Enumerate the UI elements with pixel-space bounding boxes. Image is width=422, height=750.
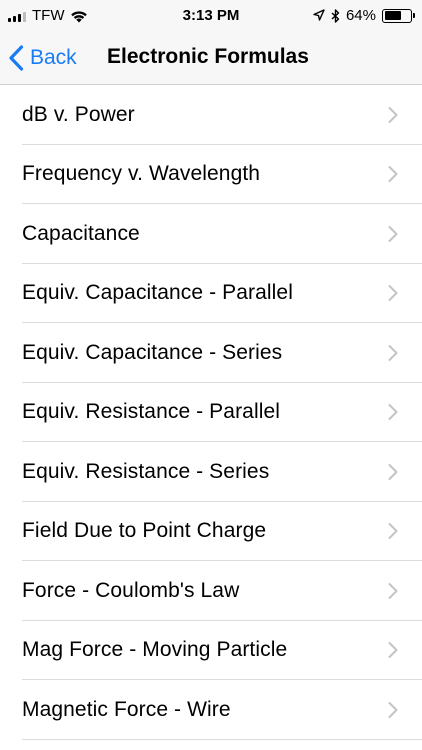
battery-icon xyxy=(382,8,415,23)
chevron-right-icon xyxy=(388,404,398,421)
list-item[interactable]: Force - Coulomb's Law xyxy=(0,561,422,621)
chevron-right-icon xyxy=(388,285,398,302)
list-item-label: Equiv. Capacitance - Series xyxy=(22,340,283,364)
chevron-right-icon xyxy=(388,582,398,599)
list-item[interactable]: dB v. Power xyxy=(0,85,422,145)
chevron-right-icon xyxy=(388,166,398,183)
list-item-label: Mag Force - Moving Particle xyxy=(22,638,288,662)
status-bar: TFW 3:13 PM 64% xyxy=(0,0,422,32)
back-label: Back xyxy=(30,46,77,69)
chevron-right-icon xyxy=(388,642,398,659)
list-item-label: Field Due to Point Charge xyxy=(22,519,267,543)
list-item[interactable]: Equiv. Resistance - Parallel xyxy=(0,383,422,443)
chevron-right-icon xyxy=(388,463,398,480)
list-item[interactable]: Capacitance xyxy=(0,204,422,264)
chevron-right-icon xyxy=(388,344,398,361)
list-item[interactable]: Magnetic Force - Wire xyxy=(0,680,422,740)
list-item-label: Frequency v. Wavelength xyxy=(22,162,261,186)
page-title: Electronic Formulas xyxy=(107,45,309,68)
chevron-right-icon xyxy=(388,523,398,540)
chevron-left-icon xyxy=(9,45,24,71)
list-item[interactable]: Equiv. Capacitance - Series xyxy=(0,323,422,383)
formula-list: dB v. Power Frequency v. Wavelength Capaci… xyxy=(0,85,422,740)
list-item-label: Equiv. Resistance - Parallel xyxy=(22,400,281,424)
chevron-right-icon xyxy=(388,106,398,123)
battery-fill xyxy=(384,11,401,20)
back-button[interactable]: Back xyxy=(8,42,77,74)
list-item[interactable]: Mag Force - Moving Particle xyxy=(0,621,422,681)
navigation-bar: Back Electronic Formulas xyxy=(0,32,422,85)
bluetooth-icon xyxy=(331,8,340,23)
list-item-label: Magnetic Force - Wire xyxy=(22,697,231,721)
list-item-label: Equiv. Capacitance - Parallel xyxy=(22,281,293,305)
list-item-label: Equiv. Resistance - Series xyxy=(22,459,270,483)
status-right: 64% xyxy=(313,7,415,24)
list-item[interactable]: Field Due to Point Charge xyxy=(0,502,422,562)
list-item[interactable]: Equiv. Capacitance - Parallel xyxy=(0,264,422,324)
location-icon xyxy=(313,9,325,21)
chevron-right-icon xyxy=(388,225,398,242)
list-item[interactable]: Frequency v. Wavelength xyxy=(0,145,422,205)
list-item[interactable]: Equiv. Resistance - Series xyxy=(0,442,422,502)
list-item-label: Force - Coulomb's Law xyxy=(22,578,240,602)
battery-percent: 64% xyxy=(345,7,376,24)
chevron-right-icon xyxy=(388,701,398,718)
list-item-label: Capacitance xyxy=(22,221,140,245)
list-item-label: dB v. Power xyxy=(22,102,135,126)
